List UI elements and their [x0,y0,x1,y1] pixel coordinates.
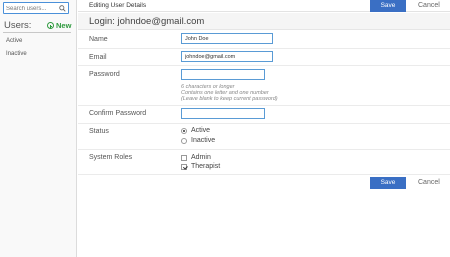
new-user-label: New [56,21,72,30]
status-active-radio[interactable] [181,128,187,134]
role-therapist-checkbox[interactable] [181,164,187,170]
row-divider [78,48,450,49]
system-roles-label: System Roles [89,154,133,161]
role-admin-label[interactable]: Admin [191,154,211,161]
name-field[interactable] [181,33,273,44]
cancel-button[interactable]: Cancel [418,2,440,9]
role-admin-checkbox[interactable] [181,155,187,161]
login-title: Login: johndoe@gmail.com [89,16,205,27]
confirm-password-label: Confirm Password [89,110,147,117]
email-label: Email [89,54,107,61]
sidebar-item-inactive[interactable]: Inactive [6,51,27,57]
password-hint: (Leave blank to keep current password) [181,96,278,102]
password-label: Password [89,71,120,78]
sidebar-divider [3,32,71,33]
row-divider [78,105,450,106]
new-user-link[interactable]: New [47,21,71,30]
row-divider [78,65,450,66]
status-inactive-label[interactable]: Inactive [191,137,215,144]
save-button[interactable]: Save [370,0,406,12]
password-field[interactable] [181,69,265,80]
search-input[interactable] [6,4,58,13]
search-box[interactable] [3,2,69,14]
name-label: Name [89,36,108,43]
sidebar: Users: New Active Inactive [0,0,77,257]
page-title: Editing User Details [89,2,147,9]
email-field[interactable] [181,51,273,62]
footer-cancel-button[interactable]: Cancel [418,179,440,186]
row-divider [78,149,450,150]
main-panel: Editing User Details Save Cancel Login: … [78,0,450,257]
sidebar-item-active[interactable]: Active [6,38,22,44]
plus-circle-icon [47,22,54,29]
row-divider [78,123,450,124]
status-label: Status [89,128,109,135]
status-active-label[interactable]: Active [191,127,210,134]
users-header: Users: [4,20,32,31]
footer-save-button[interactable]: Save [370,177,406,189]
row-divider [78,174,450,175]
role-therapist-label[interactable]: Therapist [191,163,220,170]
login-header: Login: johndoe@gmail.com [78,13,450,30]
search-icon[interactable] [59,5,66,12]
status-inactive-radio[interactable] [181,138,187,144]
confirm-password-field[interactable] [181,108,265,119]
